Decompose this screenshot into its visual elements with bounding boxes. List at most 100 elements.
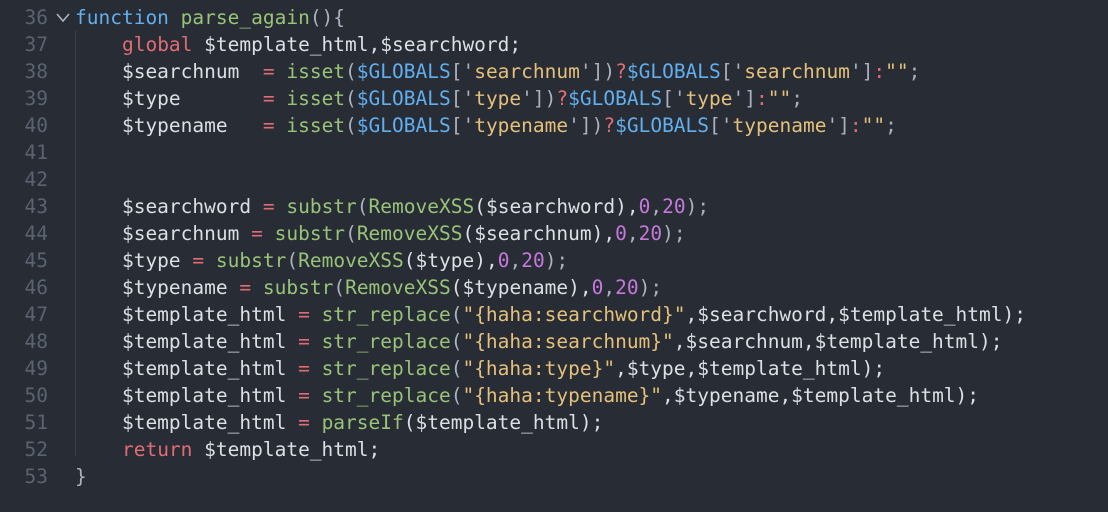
code-token: ($template_html); <box>403 411 604 434</box>
code-token: ( <box>450 303 463 326</box>
code-token: 0 <box>591 276 604 299</box>
code-token: $GLOBALS <box>356 60 451 83</box>
code-token: $template_html <box>75 357 299 380</box>
code-line[interactable]: 44 $searchnum = substr(RemoveXSS($search… <box>0 220 1108 247</box>
code-token: ); <box>544 249 569 272</box>
code-text: $type = substr(RemoveXSS($type),0,20); <box>75 247 568 274</box>
code-line[interactable]: 39 $type = isset($GLOBALS['type'])?$GLOB… <box>0 85 1108 112</box>
code-token: RemoveXSS <box>298 249 404 272</box>
code-token: ']) <box>579 60 616 83</box>
code-token: ? <box>603 114 616 137</box>
code-token: "" <box>861 114 886 137</box>
line-number: 36 <box>24 6 48 29</box>
code-token: ( <box>450 357 463 380</box>
code-token: ; <box>791 87 803 110</box>
code-token: str_replace <box>321 384 451 407</box>
code-line[interactable]: 48 $template_html = str_replace("{haha:s… <box>0 328 1108 355</box>
code-text: $searchword = substr(RemoveXSS($searchwo… <box>75 193 709 220</box>
code-text: return $template_html; <box>75 436 380 463</box>
code-line[interactable]: 45 $type = substr(RemoveXSS($type),0,20)… <box>0 247 1108 274</box>
code-token: [' <box>709 114 733 137</box>
code-token: return <box>121 438 193 461</box>
code-text: $template_html = str_replace("{haha:sear… <box>75 328 1003 355</box>
code-token: ']) <box>521 87 557 110</box>
line-number: 48 <box>24 330 48 353</box>
code-token: ( <box>286 249 299 272</box>
code-line[interactable]: 53} <box>0 463 1108 490</box>
code-token: , <box>626 222 639 245</box>
code-token: "{haha:searchword}" <box>462 303 686 326</box>
code-token: substr <box>286 195 357 218</box>
code-token: RemoveXSS <box>356 222 463 245</box>
code-token: = <box>298 384 310 407</box>
code-token: RemoveXSS <box>345 276 451 299</box>
code-token: = <box>239 276 252 299</box>
code-line[interactable]: 46 $typename = substr(RemoveXSS($typenam… <box>0 274 1108 301</box>
line-number: 41 <box>24 141 48 164</box>
code-token: type <box>685 87 733 110</box>
code-token: global <box>121 33 193 56</box>
code-token: $template_html <box>75 411 299 434</box>
line-number: 42 <box>24 168 48 191</box>
code-token: str_replace <box>321 303 451 326</box>
code-token: = <box>192 249 205 272</box>
code-line[interactable]: 52 return $template_html; <box>0 436 1108 463</box>
code-line[interactable]: 49 $template_html = str_replace("{haha:t… <box>0 355 1108 382</box>
line-number: 45 <box>24 249 48 272</box>
code-token: substr <box>274 222 346 245</box>
code-token: $GLOBALS <box>626 60 721 83</box>
code-token: typename <box>732 114 827 137</box>
code-token: ( <box>450 330 463 353</box>
code-line[interactable]: 36 function parse_again(){ <box>0 4 1108 31</box>
code-token: ? <box>556 87 569 110</box>
code-line[interactable]: 43 $searchword = substr(RemoveXSS($searc… <box>0 193 1108 220</box>
code-line[interactable]: 50 $template_html = str_replace("{haha:t… <box>0 382 1108 409</box>
code-line[interactable]: 41 <box>0 139 1108 166</box>
code-token: 0 <box>615 222 627 245</box>
code-token: ($typename), <box>450 276 592 299</box>
code-text: $typename = substr(RemoveXSS($typename),… <box>75 274 662 301</box>
code-line[interactable]: 51 $template_html = parseIf($template_ht… <box>0 409 1108 436</box>
code-text: $template_html = str_replace("{haha:sear… <box>75 301 1026 328</box>
line-number: 40 <box>24 114 48 137</box>
code-token: 0 <box>497 249 510 272</box>
code-token: [' <box>720 60 745 83</box>
code-token: ; <box>885 114 897 137</box>
code-token: $template_html <box>75 384 299 407</box>
code-token: $searchnum <box>75 222 252 245</box>
code-token: ($searchnum), <box>462 222 616 245</box>
code-line[interactable]: 38 $searchnum = isset($GLOBALS['searchnu… <box>0 58 1108 85</box>
code-token: ); <box>685 195 710 218</box>
code-token: ? <box>615 60 627 83</box>
code-token: ( <box>333 276 346 299</box>
code-token: = <box>262 114 275 137</box>
code-text: } <box>75 463 87 490</box>
code-token: isset <box>286 114 346 137</box>
code-line[interactable]: 37 global $template_html,$searchword; <box>0 31 1108 58</box>
code-token: } <box>75 465 87 488</box>
code-token: "" <box>885 60 909 83</box>
code-line[interactable]: 47 $template_html = str_replace("{haha:s… <box>0 301 1108 328</box>
chevron-down-icon[interactable] <box>54 4 72 31</box>
code-line[interactable]: 40 $typename = isset($GLOBALS['typename'… <box>0 112 1108 139</box>
code-token: , <box>650 195 663 218</box>
code-text: $searchnum = isset($GLOBALS['searchnum']… <box>75 58 920 85</box>
code-token: $type <box>75 87 263 110</box>
code-token: $typename <box>75 276 240 299</box>
code-token: function <box>75 6 169 29</box>
code-token: ,$typename,$template_html); <box>662 384 980 407</box>
code-editor[interactable]: 36 function parse_again(){37 global $temp… <box>0 0 1108 512</box>
code-token: $template_html <box>75 330 299 353</box>
code-token: 20 <box>638 222 663 245</box>
code-line[interactable]: 42 <box>0 166 1108 193</box>
code-token: 20 <box>662 195 686 218</box>
code-token: $searchword <box>75 195 263 218</box>
code-token: ($type), <box>403 249 498 272</box>
